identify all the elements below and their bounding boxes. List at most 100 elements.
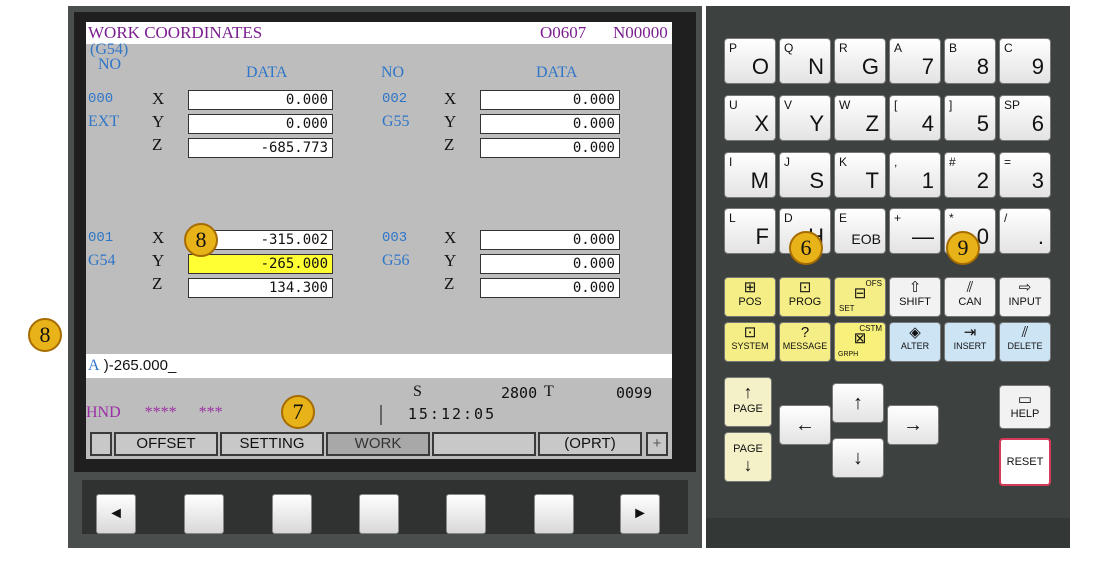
softkey-work[interactable]: WORK [326,432,430,456]
arrow-left-icon: ← [795,414,815,436]
offset-value-field[interactable]: 0.000 [480,138,620,158]
softkey-blank[interactable] [432,432,536,456]
key-t[interactable]: KT [834,152,886,198]
offset-value-field-selected[interactable]: -265.000 [188,254,333,274]
cursor-down-key[interactable]: ↓ [832,438,884,478]
alter-key[interactable]: ◈ ALTER [889,322,941,362]
fkey-5[interactable] [534,494,574,534]
tool-label: T [544,383,554,400]
arrow-right-icon: → [903,414,923,436]
key-f[interactable]: LF [724,208,776,254]
arrow-up-icon: ↑ [743,382,753,402]
softkey-oprt[interactable]: (OPRT) [538,432,642,456]
mode-status: HND **** *** [86,404,223,422]
page-up-key[interactable]: ↑ PAGE [724,377,772,427]
g54-header: (G54) NO [90,41,129,73]
key-main-label: — [912,224,934,249]
key-3[interactable]: = 3 [999,152,1051,198]
key-8[interactable]: B8 [944,38,996,84]
offset-value-field[interactable]: 0.000 [480,90,620,110]
fkey-2[interactable] [272,494,312,534]
key-sup-label: # [949,155,956,169]
fkey-prev-icon[interactable]: ◄ [96,494,136,534]
key-n[interactable]: QN [779,38,831,84]
fkey-next-icon[interactable]: ► [620,494,660,534]
offset-value-field[interactable]: 0.000 [480,230,620,250]
can-key[interactable]: ⫽ CAN [944,277,996,317]
input-key[interactable]: ⇨ INPUT [999,277,1051,317]
arrow-up-icon: ↑ [853,392,863,414]
fkey-4[interactable] [446,494,486,534]
offset-value-field[interactable]: 0.000 [480,278,620,298]
axis-label: X [444,89,457,108]
sequence-number: N00000 [613,23,668,42]
key-sup-label: A [894,41,903,55]
offset-value-field[interactable]: -685.773 [188,138,333,158]
offset-code: G54 [88,252,116,269]
offset-code: 001 [88,230,114,246]
cursor-right-key[interactable]: → [887,405,939,445]
delete-key[interactable]: ⫽ DELETE [999,322,1051,362]
help-key[interactable]: ▭ HELP [999,385,1051,429]
fkey-1[interactable] [184,494,224,534]
axis-label: X [444,228,457,247]
key-main-label: 7 [921,54,934,79]
offset-value-field[interactable]: 0.000 [480,114,620,134]
graph-custom-key[interactable]: CSTM ⊠ GRPH [834,322,886,362]
softkey-left-blank[interactable] [90,432,112,456]
key-main-label: 2 [976,168,989,193]
key-5[interactable]: ] 5 [944,95,996,141]
system-key[interactable]: ⊡ SYSTEM [724,322,776,362]
shift-key[interactable]: ⇧ SHIFT [889,277,941,317]
key-o[interactable]: PO [724,38,776,84]
key-z[interactable]: WZ [834,95,886,141]
clock: 15:12:05 [380,405,522,425]
insert-key[interactable]: ⇥ INSERT [944,322,996,362]
cnc-display: WORK COORDINATES O0607 N00000 (G54) NO D… [86,22,672,459]
key-g[interactable]: RG [834,38,886,84]
input-text: )-265.000_ [103,357,177,374]
offset-value-field[interactable]: 0.000 [188,90,333,110]
key-s[interactable]: JS [779,152,831,198]
key-y[interactable]: VY [779,95,831,141]
spindle-label: S [413,383,422,400]
key-2[interactable]: #2 [944,152,996,198]
key-x[interactable]: UX [724,95,776,141]
page-down-key[interactable]: PAGE ↓ [724,432,772,482]
message-key[interactable]: ? MESSAGE [779,322,831,362]
no-header-right: NO [381,64,405,81]
pos-key[interactable]: ⊞ POS [724,277,776,317]
key-eob[interactable]: E EOB [834,208,886,254]
prog-key[interactable]: ⊡ PROG [779,277,831,317]
axis-label: X [152,89,165,108]
key-sup-label: W [839,98,851,112]
annotation-badge: 6 [789,231,823,265]
offset-value-field[interactable]: 0.000 [480,254,620,274]
offset-value-field[interactable]: 0.000 [188,114,333,134]
softkey-next[interactable]: + [646,432,668,456]
key-minus[interactable]: + — [889,208,941,254]
key-7[interactable]: A7 [889,38,941,84]
offset-value-field[interactable]: 134.300 [188,278,333,298]
key-4[interactable]: [4 [889,95,941,141]
key-main-label: 6 [1031,111,1044,136]
key-1[interactable]: ,1 [889,152,941,198]
screen-header: WORK COORDINATES O0607 N00000 [86,22,672,44]
key-input-buffer[interactable]: A )-265.000_ [86,354,672,378]
cancel-icon: ⫽ [966,279,974,296]
key-9[interactable]: C9 [999,38,1051,84]
fkey-3[interactable] [359,494,399,534]
softkey-offset[interactable]: OFFSET [114,432,218,456]
key-main-label: 5 [976,111,989,136]
cursor-up-key[interactable]: ↑ [832,383,884,423]
input-icon: ⇨ [1018,279,1032,296]
key-main-label: M [750,168,769,193]
softkey-bar: OFFSET SETTING WORK (OPRT) + [86,430,672,459]
key-dot[interactable]: /. [999,208,1051,254]
cursor-left-key[interactable]: ← [779,405,831,445]
key-6[interactable]: SP 6 [999,95,1051,141]
offset-setting-key[interactable]: OFS ⊟ SET [834,277,886,317]
softkey-setting[interactable]: SETTING [220,432,324,456]
key-m[interactable]: IM [724,152,776,198]
reset-key[interactable]: RESET [999,438,1051,486]
